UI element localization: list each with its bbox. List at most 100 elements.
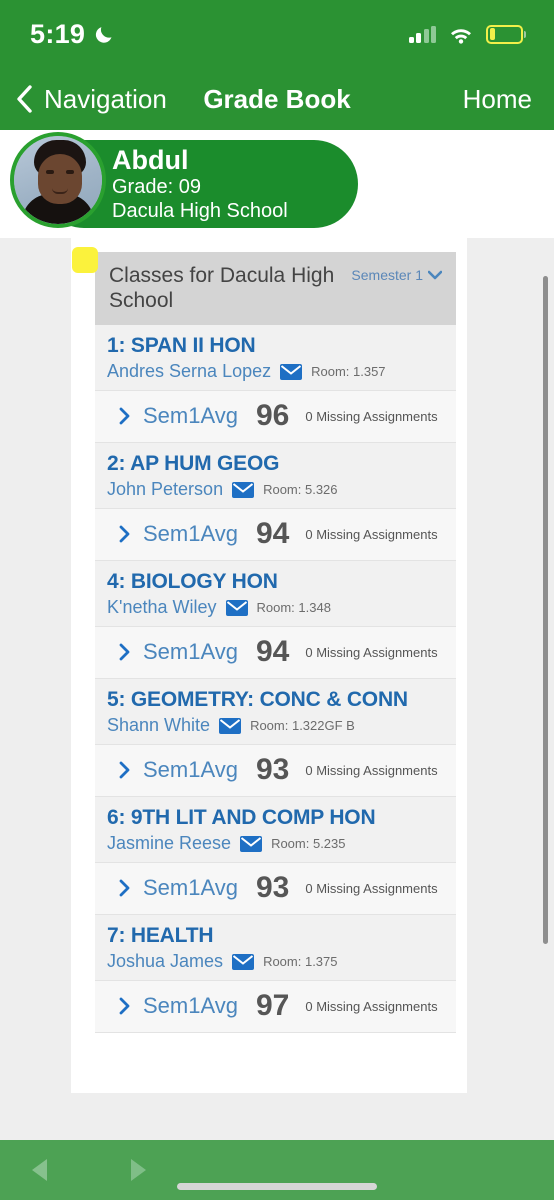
student-name: Abdul (112, 144, 189, 175)
average-label[interactable]: Sem1Avg (143, 993, 238, 1019)
class-info[interactable]: 7: HEALTH Joshua James Room: 1.375 (95, 915, 456, 981)
class-name[interactable]: 1: SPAN II HON (107, 334, 444, 358)
class-list: 1: SPAN II HON Andres Serna Lopez Room: … (95, 325, 456, 1034)
class-block: 4: BIOLOGY HON K'netha Wiley Room: 1.348 (95, 561, 456, 680)
class-info[interactable]: 2: AP HUM GEOG John Peterson Room: 5.326 (95, 443, 456, 509)
class-name[interactable]: 4: BIOLOGY HON (107, 570, 444, 594)
class-name[interactable]: 5: GEOMETRY: CONC & CONN (107, 688, 444, 712)
scrollbar-thumb[interactable] (543, 276, 548, 944)
missing-assignments: 0 Missing Assignments (305, 998, 438, 1014)
average-row[interactable]: Sem1Avg 93 0 Missing Assignments (95, 744, 456, 797)
average-score: 96 (255, 399, 290, 433)
room-number: Room: 1.357 (311, 364, 386, 380)
classes-card: Classes for Dacula High School Semester … (71, 238, 467, 1093)
chevron-right-icon[interactable] (119, 761, 131, 779)
average-label[interactable]: Sem1Avg (143, 875, 238, 901)
missing-assignments: 0 Missing Assignments (305, 644, 438, 660)
semester-selector[interactable]: Semester 1 (351, 263, 442, 283)
mail-icon[interactable] (219, 717, 242, 734)
teacher-name[interactable]: Jasmine Reese (107, 833, 231, 854)
teacher-name[interactable]: Shann White (107, 715, 210, 736)
crescent-moon-icon (94, 23, 116, 45)
phone-screen: 5:19 Navigation Grade Book Home Abdul Gr… (0, 0, 554, 1200)
class-meta: Joshua James Room: 1.375 (107, 951, 444, 972)
webview-content: Classes for Dacula High School Semester … (0, 238, 554, 1140)
class-info[interactable]: 1: SPAN II HON Andres Serna Lopez Room: … (95, 325, 456, 391)
room-number: Room: 5.326 (263, 482, 338, 498)
chevron-right-icon[interactable] (119, 879, 131, 897)
room-number: Room: 1.348 (256, 600, 331, 616)
scrollbar[interactable] (542, 238, 550, 1140)
average-label[interactable]: Sem1Avg (143, 521, 238, 547)
class-meta: Andres Serna Lopez Room: 1.357 (107, 361, 444, 382)
mail-icon[interactable] (232, 481, 255, 498)
room-number: Room: 5.235 (271, 836, 346, 852)
student-details: Abdul Grade: 09 Dacula High School (112, 145, 288, 223)
highlight-marker (72, 247, 98, 273)
cellular-signal-icon (408, 25, 436, 43)
average-row[interactable]: Sem1Avg 97 0 Missing Assignments (95, 980, 456, 1033)
classes-heading: Classes for Dacula High School (109, 264, 335, 313)
class-info[interactable]: 5: GEOMETRY: CONC & CONN Shann White Roo… (95, 679, 456, 745)
average-row[interactable]: Sem1Avg 94 0 Missing Assignments (95, 626, 456, 679)
class-block: 5: GEOMETRY: CONC & CONN Shann White Roo… (95, 679, 456, 798)
average-row[interactable]: Sem1Avg 96 0 Missing Assignments (95, 390, 456, 443)
average-label[interactable]: Sem1Avg (143, 639, 238, 665)
mail-icon[interactable] (225, 599, 248, 616)
class-block: 7: HEALTH Joshua James Room: 1.375 Sem1A… (95, 915, 456, 1034)
teacher-name[interactable]: John Peterson (107, 479, 223, 500)
browser-bottom-bar (0, 1140, 554, 1200)
app-nav-bar: Navigation Grade Book Home (0, 68, 554, 130)
average-label[interactable]: Sem1Avg (143, 757, 238, 783)
chevron-right-icon[interactable] (119, 997, 131, 1015)
mail-icon[interactable] (232, 953, 255, 970)
teacher-name[interactable]: Andres Serna Lopez (107, 361, 271, 382)
missing-assignments: 0 Missing Assignments (305, 880, 438, 896)
classes-card-header: Classes for Dacula High School Semester … (95, 252, 456, 326)
average-row[interactable]: Sem1Avg 93 0 Missing Assignments (95, 862, 456, 915)
class-meta: K'netha Wiley Room: 1.348 (107, 597, 444, 618)
wifi-icon (448, 25, 474, 44)
class-info[interactable]: 6: 9TH LIT AND COMP HON Jasmine Reese Ro… (95, 797, 456, 863)
average-score: 93 (255, 753, 290, 787)
class-block: 6: 9TH LIT AND COMP HON Jasmine Reese Ro… (95, 797, 456, 916)
average-score: 93 (255, 871, 290, 905)
status-clock: 5:19 (30, 18, 86, 49)
semester-label: Semester 1 (351, 267, 423, 283)
teacher-name[interactable]: Joshua James (107, 951, 223, 972)
student-header: Abdul Grade: 09 Dacula High School (0, 130, 554, 238)
average-row[interactable]: Sem1Avg 94 0 Missing Assignments (95, 508, 456, 561)
student-photo (14, 136, 102, 224)
class-block: 1: SPAN II HON Andres Serna Lopez Room: … (95, 325, 456, 444)
mail-icon[interactable] (240, 835, 263, 852)
class-name[interactable]: 2: AP HUM GEOG (107, 452, 444, 476)
room-number: Room: 1.322GF B (250, 718, 355, 734)
triangle-back-icon[interactable] (26, 1155, 56, 1185)
student-grade: Grade: 09 (112, 176, 201, 199)
class-name[interactable]: 6: 9TH LIT AND COMP HON (107, 806, 444, 830)
status-bar-right (408, 24, 526, 44)
class-meta: John Peterson Room: 5.326 (107, 479, 444, 500)
status-bar: 5:19 (0, 0, 554, 68)
missing-assignments: 0 Missing Assignments (305, 526, 438, 542)
teacher-name[interactable]: K'netha Wiley (107, 597, 217, 618)
average-score: 94 (255, 517, 290, 551)
missing-assignments: 0 Missing Assignments (305, 762, 438, 778)
missing-assignments: 0 Missing Assignments (305, 408, 438, 424)
mail-icon[interactable] (280, 363, 303, 380)
chevron-right-icon[interactable] (119, 407, 131, 425)
class-meta: Jasmine Reese Room: 5.235 (107, 833, 444, 854)
class-info[interactable]: 4: BIOLOGY HON K'netha Wiley Room: 1.348 (95, 561, 456, 627)
chevron-right-icon[interactable] (119, 525, 131, 543)
class-block: 2: AP HUM GEOG John Peterson Room: 5.326 (95, 443, 456, 562)
class-name[interactable]: 7: HEALTH (107, 924, 444, 948)
triangle-forward-icon[interactable] (122, 1155, 152, 1185)
chevron-left-icon (14, 84, 34, 114)
back-navigation-button[interactable]: Navigation (14, 84, 167, 115)
home-indicator-bar[interactable] (177, 1183, 377, 1190)
home-button[interactable]: Home (463, 84, 532, 115)
room-number: Room: 1.375 (263, 954, 338, 970)
average-label[interactable]: Sem1Avg (143, 403, 238, 429)
avatar (10, 132, 106, 228)
chevron-right-icon[interactable] (119, 643, 131, 661)
